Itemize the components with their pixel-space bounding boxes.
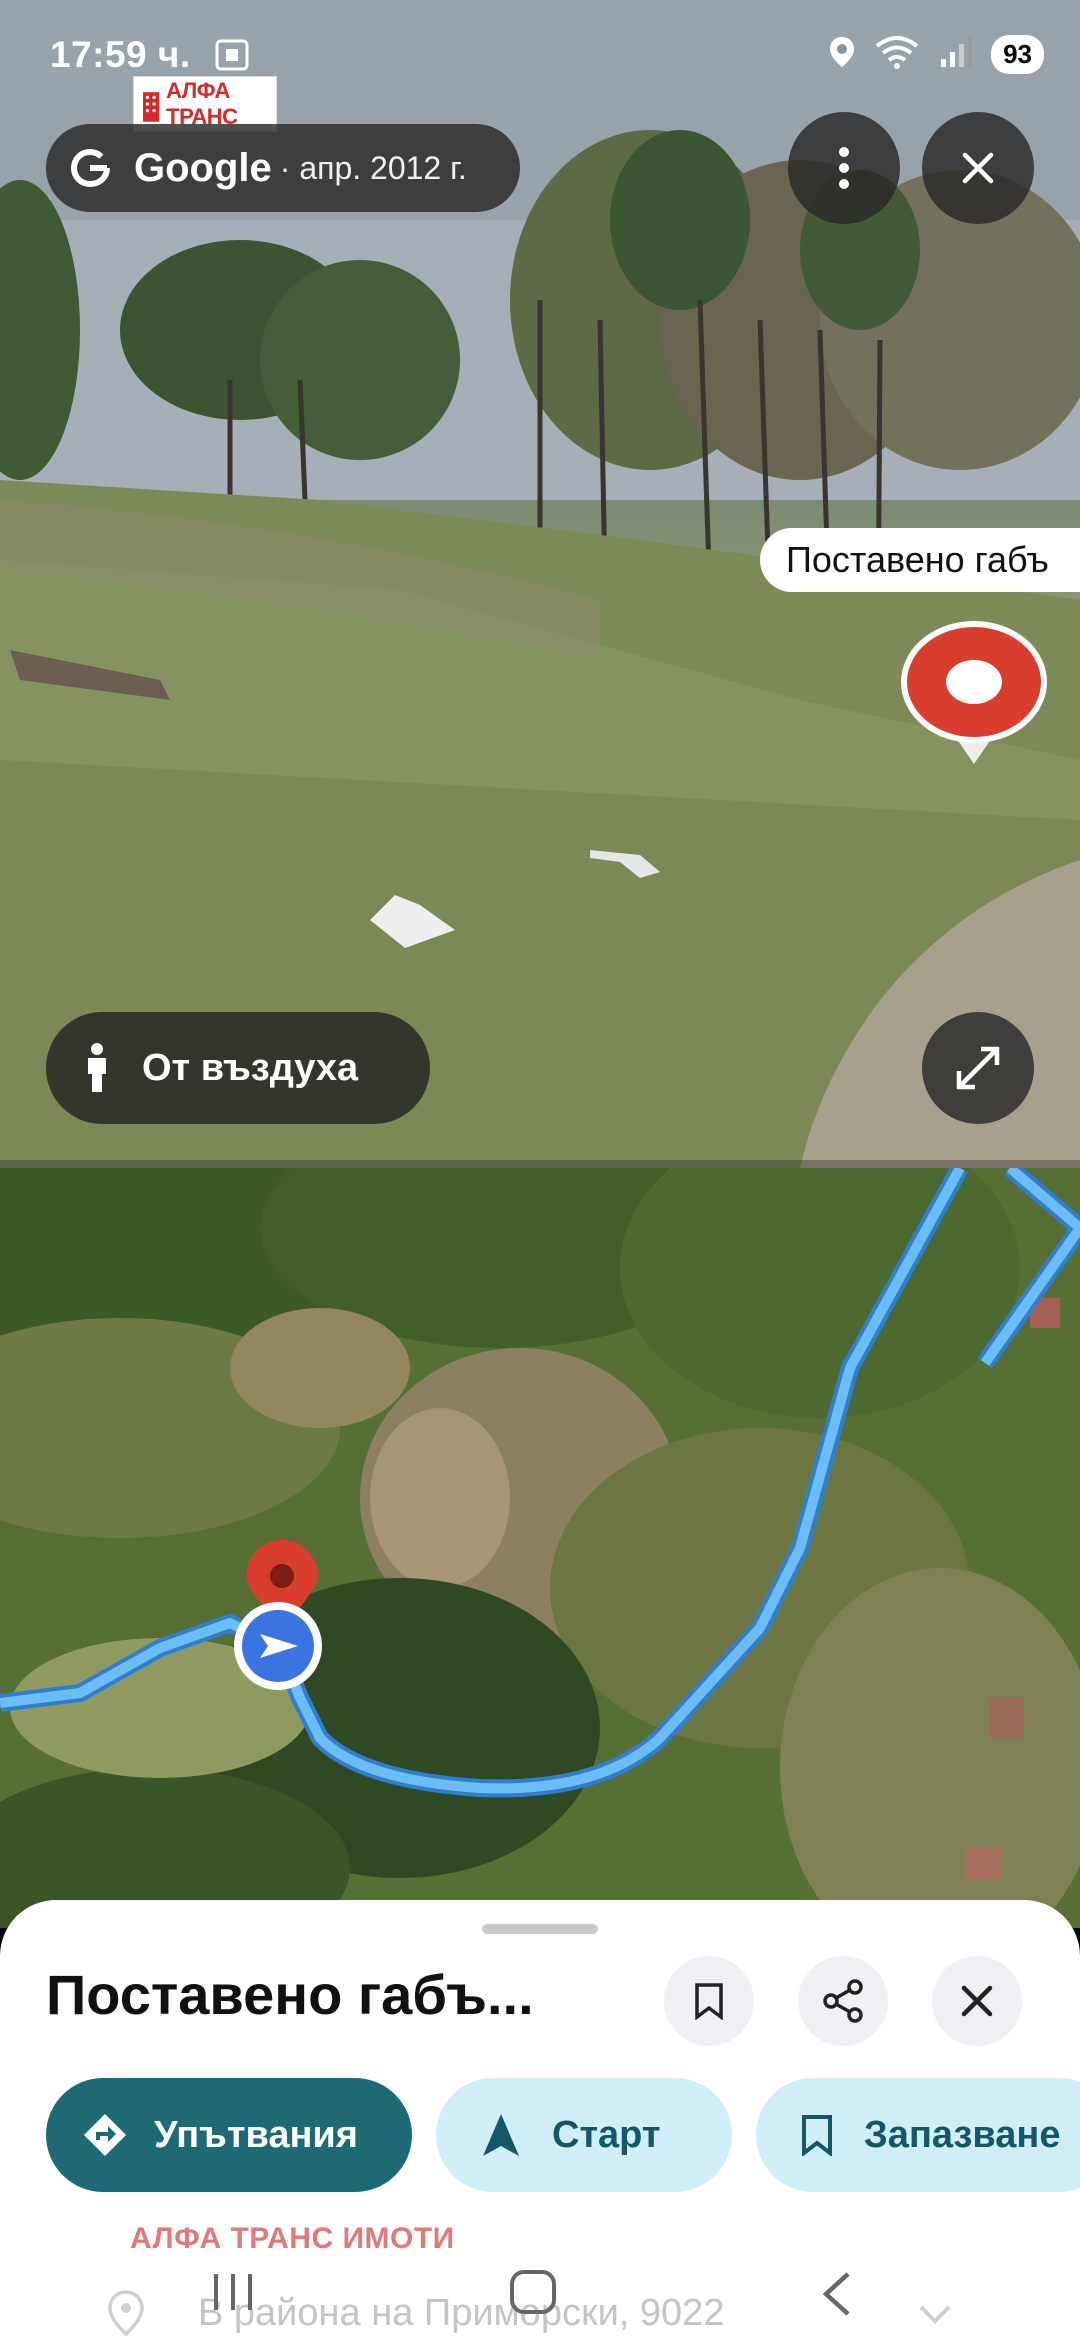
status-time: 17:59 ч. bbox=[50, 34, 191, 75]
save-button[interactable]: Запазване bbox=[756, 2078, 1080, 2192]
imagery-date: · апр. 2012 г. bbox=[279, 149, 467, 186]
save-label: Запазване bbox=[864, 2113, 1061, 2156]
system-nav-bar bbox=[0, 2258, 1080, 2340]
share-button[interactable] bbox=[798, 1956, 888, 2046]
home-button[interactable] bbox=[508, 2268, 558, 2321]
google-g-icon bbox=[68, 146, 112, 190]
expand-icon bbox=[956, 1046, 1000, 1090]
start-button[interactable]: Старт bbox=[436, 2078, 732, 2192]
bookmark-icon bbox=[695, 1983, 723, 2020]
alfa-trans-logo-text: АЛФА ТРАНС bbox=[166, 78, 238, 129]
building-logo-icon bbox=[142, 92, 160, 122]
share-icon bbox=[823, 1979, 863, 2023]
navigation-arrow-icon bbox=[476, 2110, 526, 2160]
battery-indicator: 93 bbox=[991, 35, 1044, 74]
back-button[interactable] bbox=[818, 2270, 854, 2323]
more-options-button[interactable] bbox=[788, 112, 900, 224]
aerial-view-label: От въздуха bbox=[142, 1046, 359, 1089]
location-icon bbox=[829, 36, 855, 73]
directions-button[interactable]: Упътвания bbox=[46, 2078, 412, 2192]
more-vert-icon bbox=[839, 147, 849, 189]
satellite-map[interactable] bbox=[0, 1168, 1080, 1928]
screenshot-icon bbox=[214, 38, 250, 77]
pegman-icon bbox=[88, 1043, 106, 1092]
recent-apps-button[interactable] bbox=[210, 2270, 256, 2319]
place-pin-icon[interactable] bbox=[894, 614, 1054, 779]
wifi-icon bbox=[873, 34, 921, 75]
current-location-icon[interactable] bbox=[230, 1598, 326, 1699]
close-sheet-button[interactable] bbox=[932, 1956, 1022, 2046]
screen: 17:59 ч. 93 АЛФА ТРАНС Google · апр. 201… bbox=[0, 0, 1080, 2340]
satellite-map-imagery bbox=[0, 1168, 1080, 1928]
expand-button[interactable] bbox=[922, 1012, 1034, 1124]
place-label[interactable]: Поставено габъ bbox=[760, 528, 1080, 592]
place-sheet: Поставено габъ... Упътвания Старт Запазв… bbox=[0, 1900, 1080, 2340]
directions-icon bbox=[80, 2110, 130, 2160]
directions-label: Упътвания bbox=[154, 2113, 358, 2156]
place-title: Поставено габъ... bbox=[46, 1963, 534, 2026]
imagery-info-pill[interactable]: Google · апр. 2012 г. bbox=[46, 124, 520, 212]
close-street-view-button[interactable] bbox=[922, 112, 1034, 224]
close-icon bbox=[962, 152, 994, 184]
watermark-text: АЛФА ТРАНС ИМОТИ bbox=[130, 2222, 455, 2255]
street-view-panorama[interactable]: 17:59 ч. 93 АЛФА ТРАНС Google · апр. 201… bbox=[0, 0, 1080, 1168]
imagery-brand: Google bbox=[134, 145, 272, 190]
place-label-text: Поставено габъ bbox=[786, 539, 1049, 580]
aerial-view-button[interactable]: От въздуха bbox=[46, 1012, 430, 1124]
sheet-drag-handle[interactable] bbox=[482, 1924, 598, 1934]
signal-icon bbox=[939, 35, 973, 74]
save-bookmark-button[interactable] bbox=[664, 1956, 754, 2046]
start-label: Старт bbox=[552, 2113, 661, 2156]
close-icon bbox=[961, 1985, 993, 2017]
bookmark-icon bbox=[792, 2110, 842, 2160]
